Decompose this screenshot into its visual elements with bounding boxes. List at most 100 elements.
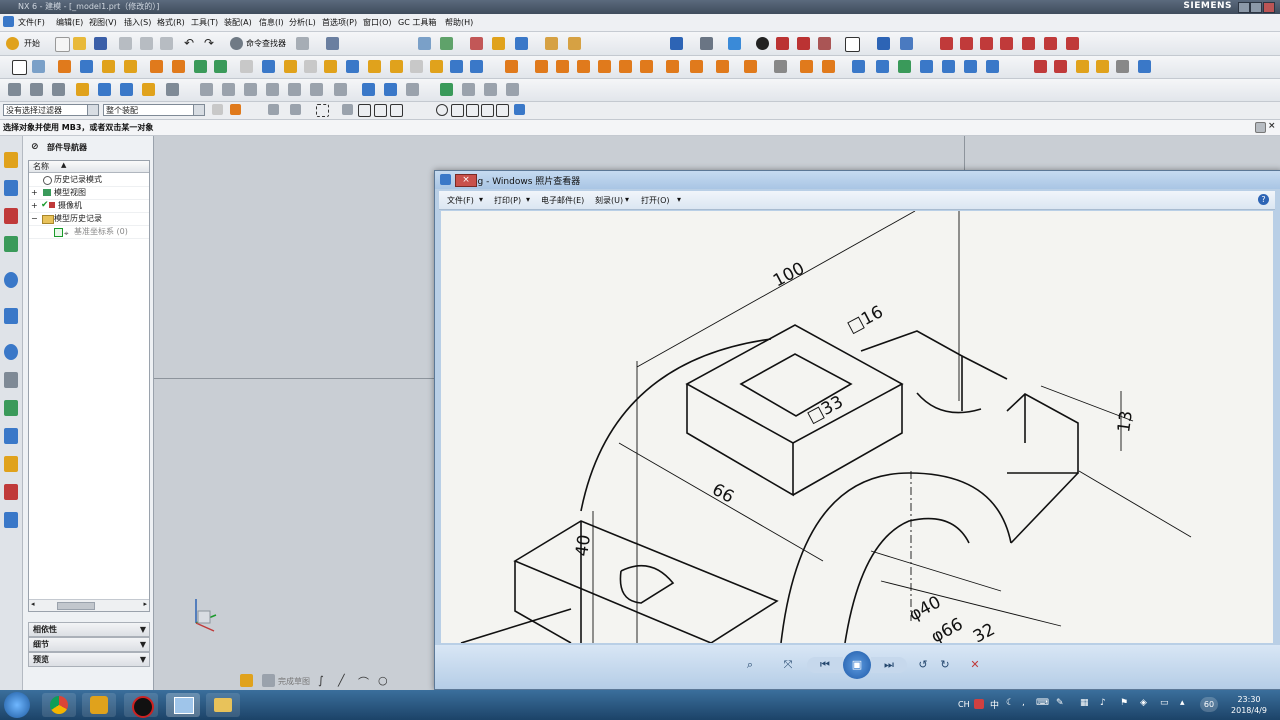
scope-dropdown[interactable]: 整个装配	[103, 104, 205, 116]
thicken-icon[interactable]	[986, 60, 999, 73]
flange-icon[interactable]	[484, 83, 497, 96]
zoom-icon[interactable]: ⌕	[739, 657, 761, 673]
remove-parameters-icon[interactable]	[1116, 60, 1129, 73]
delete-icon[interactable]: ✕	[967, 657, 983, 673]
accept-icon[interactable]	[440, 83, 453, 96]
thread-icon[interactable]	[619, 60, 632, 73]
mirror-assembly-icon[interactable]	[266, 83, 279, 96]
add-component-icon[interactable]	[30, 83, 43, 96]
pin-icon[interactable]: ⊘	[31, 142, 39, 152]
snap-on-face-icon[interactable]	[481, 104, 494, 117]
unite-icon[interactable]	[240, 60, 253, 73]
menu-tools[interactable]: 工具(T)	[191, 17, 218, 28]
section-preview[interactable]: 预览 ▼	[28, 652, 150, 667]
face-filter-icon[interactable]	[290, 104, 301, 115]
fit-icon[interactable]	[670, 37, 683, 50]
surface-icon[interactable]	[852, 60, 865, 73]
bounded-plane-icon[interactable]	[942, 60, 955, 73]
pad-icon[interactable]	[150, 60, 163, 73]
keyboard-icon[interactable]: ⌨	[1036, 698, 1049, 708]
section-dependencies[interactable]: 相依性 ▼	[28, 622, 150, 637]
volume-icon[interactable]: ♪	[1100, 698, 1106, 708]
trim-curve-icon[interactable]	[1066, 37, 1079, 50]
extrude-icon[interactable]	[32, 60, 45, 73]
taskbar-photo-viewer[interactable]	[166, 693, 200, 717]
clock-icon[interactable]	[4, 344, 18, 360]
tree-item-model-history[interactable]: − 模型历史记录	[29, 212, 149, 226]
new-icon[interactable]	[55, 37, 70, 52]
flag-icon[interactable]: ⚑	[1120, 698, 1128, 708]
restore-button[interactable]	[1250, 2, 1262, 13]
pin-icon[interactable]	[384, 83, 397, 96]
menu-information[interactable]: 信息(I)	[259, 17, 284, 28]
line-icon[interactable]	[940, 37, 953, 50]
checkbox-icon[interactable]	[54, 228, 63, 237]
menu-help[interactable]: 帮助(H)	[445, 17, 473, 28]
menu-insert[interactable]: 插入(S)	[124, 17, 151, 28]
sketch-task-icon[interactable]	[240, 674, 253, 687]
horizontal-scrollbar[interactable]: ◂ ▸	[29, 599, 149, 611]
hole-icon[interactable]	[80, 60, 93, 73]
sew-icon[interactable]	[690, 60, 703, 73]
rotate-view-icon[interactable]	[700, 37, 713, 50]
sheet-metal-icon[interactable]	[462, 83, 475, 96]
command-finder-icon[interactable]	[230, 37, 243, 50]
menu-assemblies[interactable]: 装配(A)	[224, 17, 252, 28]
selection-icon[interactable]	[326, 37, 339, 50]
move-icon[interactable]	[515, 37, 528, 50]
constraint-icon[interactable]	[76, 83, 89, 96]
sogou-icon[interactable]	[974, 699, 984, 709]
extension-icon[interactable]	[964, 60, 977, 73]
edit-feature-icon[interactable]	[1034, 60, 1047, 73]
feature-filter-icon[interactable]	[230, 104, 241, 115]
measure-angle-icon[interactable]	[568, 37, 581, 50]
save-icon[interactable]	[94, 37, 107, 50]
cylinder-icon[interactable]	[535, 60, 548, 73]
chinese-mode-icon[interactable]: 中	[990, 698, 999, 711]
taskbar-recorder[interactable]	[124, 693, 158, 718]
render-style-icon[interactable]	[776, 37, 789, 50]
viewer-menu-print[interactable]: 打印(P)	[494, 195, 521, 206]
undo-icon[interactable]: ↶	[184, 37, 197, 50]
offset-curve-icon[interactable]	[1022, 37, 1035, 50]
menu-analysis[interactable]: 分析(L)	[289, 17, 316, 28]
face-analysis-icon[interactable]	[818, 37, 831, 50]
profile-icon[interactable]: ∫	[318, 674, 331, 687]
expand-icon[interactable]: +	[31, 186, 38, 199]
reposition-icon[interactable]	[244, 83, 257, 96]
security-icon[interactable]: ◈	[1140, 698, 1147, 708]
web-browser-tab-icon[interactable]	[4, 272, 18, 288]
process-studio-tab-icon[interactable]	[4, 400, 18, 416]
system-materials-tab-icon[interactable]	[4, 372, 18, 388]
show-hidden-icon[interactable]: ▴	[1180, 698, 1185, 708]
history-tab-icon[interactable]	[4, 308, 18, 324]
mirror-icon[interactable]	[430, 60, 443, 73]
menu-preferences[interactable]: 首选项(P)	[322, 17, 357, 28]
wave-icon[interactable]	[166, 83, 179, 96]
taskbar-nx[interactable]	[82, 693, 116, 717]
scale-body-icon[interactable]	[470, 60, 483, 73]
slot-icon[interactable]	[172, 60, 185, 73]
redo-icon[interactable]: ↷	[204, 37, 217, 50]
scroll-left-icon[interactable]: ◂	[31, 600, 35, 608]
finish-sketch-button[interactable]: 完成草图	[278, 676, 310, 687]
slideshow-button[interactable]: ▣	[843, 651, 871, 679]
section-details[interactable]: 细节 ▼	[28, 637, 150, 652]
emboss-icon[interactable]	[640, 60, 653, 73]
filter-icon[interactable]	[212, 104, 223, 115]
subtract-icon[interactable]	[262, 60, 275, 73]
wcs-icon[interactable]	[470, 37, 483, 50]
ime-indicator[interactable]: CH	[958, 700, 970, 709]
sequence-icon[interactable]	[310, 83, 323, 96]
snap-midpoint-icon[interactable]	[374, 104, 387, 117]
background-icon[interactable]	[845, 37, 860, 52]
manufacturing-wizard-tab-icon[interactable]	[4, 428, 18, 444]
body-filter-icon[interactable]	[268, 104, 279, 115]
snap-intersection-icon[interactable]	[406, 104, 417, 115]
reference-set-icon[interactable]	[200, 83, 213, 96]
synchronous-icon[interactable]	[774, 60, 787, 73]
menu-format[interactable]: 格式(R)	[157, 17, 185, 28]
clearance-icon[interactable]	[334, 83, 347, 96]
pocket-icon[interactable]	[124, 60, 137, 73]
menu-window[interactable]: 窗口(O)	[363, 17, 392, 28]
